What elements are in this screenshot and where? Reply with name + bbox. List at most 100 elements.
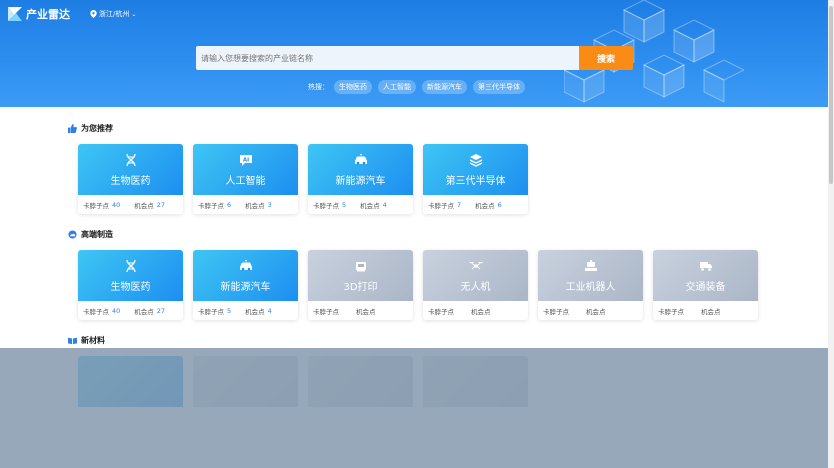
stat-value-opportunity: 3	[267, 200, 272, 209]
hero-banner: 产业雷达 浙江/杭州 ⌄ 搜索 热搜： 生物医药 人工智能 新能源汽车 第三代半…	[0, 0, 834, 107]
ev-car-icon	[354, 153, 367, 164]
card-stats: 卡脖子点 40 机会点 27	[78, 195, 183, 214]
industry-card-industrial-robot[interactable]: 工业机器人 卡脖子点 机会点	[538, 250, 643, 320]
robot-icon	[584, 259, 597, 271]
card-title: 工业机器人	[565, 281, 616, 293]
modal-overlay[interactable]	[0, 348, 834, 468]
stat-label-opportunity: 机会点	[360, 201, 380, 210]
stat-label-opportunity: 机会点	[471, 307, 491, 316]
card-header: 新能源汽车	[193, 250, 298, 301]
chevron-down-icon: ⌄	[131, 10, 137, 18]
card-stats: 卡脖子点 40 机会点 27	[78, 301, 183, 320]
industry-card-transport-equipment[interactable]: 交通装备 卡脖子点 机会点	[653, 250, 758, 320]
scrollbar-thumb[interactable]	[829, 6, 833, 184]
industry-card-third-gen-semiconductor[interactable]: 第三代半导体 卡脖子点 7 机会点 6	[423, 144, 528, 214]
card-stats: 卡脖子点 机会点	[308, 301, 413, 320]
card-header: 生物医药	[78, 250, 183, 301]
truck-icon	[699, 261, 712, 271]
card-title: 生物医药	[110, 175, 151, 187]
stat-label-choke-point: 卡脖子点	[428, 201, 454, 210]
ai-icon: AI	[239, 154, 252, 166]
search-input[interactable]	[196, 46, 579, 71]
card-header: 生物医药	[78, 144, 183, 195]
printer-3d-icon	[355, 261, 366, 271]
hot-tag[interactable]: 第三代半导体	[473, 80, 525, 94]
location-selector[interactable]: 浙江/杭州 ⌄	[90, 9, 136, 19]
card-title: 第三代半导体	[445, 175, 506, 187]
app-logo[interactable]: 产业雷达	[8, 6, 70, 22]
card-stats: 卡脖子点 机会点	[423, 301, 528, 320]
stat-label-opportunity: 机会点	[245, 307, 265, 316]
card-stats: 卡脖子点 机会点	[653, 301, 758, 320]
stat-label-choke-point: 卡脖子点	[198, 201, 224, 210]
dna-icon	[125, 259, 136, 272]
stat-value-choke-point: 40	[112, 200, 121, 209]
location-pin-icon	[90, 10, 97, 18]
card-header: 第三代半导体	[423, 144, 528, 195]
dna-icon	[125, 153, 136, 166]
card-title: 人工智能	[225, 175, 266, 187]
stat-label-choke-point: 卡脖子点	[658, 307, 684, 316]
chip-layers-icon	[469, 153, 482, 167]
stat-label-choke-point: 卡脖子点	[198, 307, 224, 316]
stat-label-choke-point: 卡脖子点	[83, 201, 109, 210]
card-stats: 卡脖子点 机会点	[538, 301, 643, 320]
industry-card-3d-printing[interactable]: 3D打印 卡脖子点 机会点	[308, 250, 413, 320]
search-field-wrapper	[196, 46, 579, 71]
card-stats: 卡脖子点 6 机会点 3	[193, 195, 298, 214]
industry-card-new-energy-vehicle[interactable]: 新能源汽车 卡脖子点 5 机会点 4	[193, 250, 298, 320]
stat-value-choke-point: 5	[342, 200, 347, 209]
industry-card-biomedicine[interactable]: 生物医药 卡脖子点 40 机会点 27	[78, 144, 183, 214]
book-icon	[68, 337, 77, 345]
card-title: 3D打印	[343, 281, 378, 293]
thumbs-up-icon	[68, 124, 77, 133]
stat-value-choke-point: 5	[227, 306, 232, 315]
hot-tag[interactable]: 生物医药	[334, 80, 372, 94]
stat-value-opportunity: 4	[267, 306, 272, 315]
search-button[interactable]: 搜索	[579, 46, 633, 70]
section-title-new-materials: 新材料	[68, 335, 105, 346]
stat-label-opportunity: 机会点	[356, 307, 376, 316]
card-stats: 卡脖子点 7 机会点 6	[423, 195, 528, 214]
card-title: 无人机	[460, 281, 491, 293]
card-stats: 卡脖子点 5 机会点 4	[193, 301, 298, 320]
stat-label-choke-point: 卡脖子点	[428, 307, 454, 316]
card-title: 交通装备	[685, 281, 726, 293]
industry-card-ai[interactable]: AI 人工智能 卡脖子点 6 机会点 3	[193, 144, 298, 214]
stat-label-opportunity: 机会点	[134, 307, 154, 316]
stat-value-opportunity: 6	[497, 200, 502, 209]
stat-label-choke-point: 卡脖子点	[313, 307, 339, 316]
industry-card-biomedicine[interactable]: 生物医药 卡脖子点 40 机会点 27	[78, 250, 183, 320]
card-stats: 卡脖子点 5 机会点 4	[308, 195, 413, 214]
ev-car-icon	[239, 259, 252, 270]
card-header: 新能源汽车	[308, 144, 413, 195]
stat-label-choke-point: 卡脖子点	[313, 201, 339, 210]
card-header: 交通装备	[653, 250, 758, 301]
app-name: 产业雷达	[26, 8, 70, 21]
stat-label-opportunity: 机会点	[134, 201, 154, 210]
card-header: 工业机器人	[538, 250, 643, 301]
card-title: 新能源汽车	[335, 175, 386, 187]
stat-label-opportunity: 机会点	[701, 307, 721, 316]
stat-label-choke-point: 卡脖子点	[543, 307, 569, 316]
stat-value-choke-point: 6	[227, 200, 232, 209]
hot-search-bar: 热搜： 生物医药 人工智能 新能源汽车 第三代半导体	[308, 80, 531, 94]
stat-value-choke-point: 40	[112, 306, 121, 315]
card-header: 无人机	[423, 250, 528, 301]
stat-value-opportunity: 4	[382, 200, 387, 209]
card-title: 生物医药	[110, 281, 151, 293]
drone-icon	[469, 261, 482, 269]
stat-value-opportunity: 27	[156, 306, 166, 315]
stat-label-opportunity: 机会点	[245, 201, 265, 210]
section-title-recommend: 为您推荐	[68, 123, 113, 134]
industry-card-new-energy-vehicle[interactable]: 新能源汽车 卡脖子点 5 机会点 4	[308, 144, 413, 214]
logo-icon	[8, 7, 22, 21]
hot-search-label: 热搜：	[308, 83, 329, 91]
hot-tag[interactable]: 人工智能	[378, 80, 416, 94]
card-header: 3D打印	[308, 250, 413, 301]
stat-label-choke-point: 卡脖子点	[83, 307, 109, 316]
cloud-gear-icon	[68, 230, 77, 239]
industry-card-drone[interactable]: 无人机 卡脖子点 机会点	[423, 250, 528, 320]
stat-label-opportunity: 机会点	[586, 307, 606, 316]
hot-tag[interactable]: 新能源汽车	[422, 80, 467, 94]
